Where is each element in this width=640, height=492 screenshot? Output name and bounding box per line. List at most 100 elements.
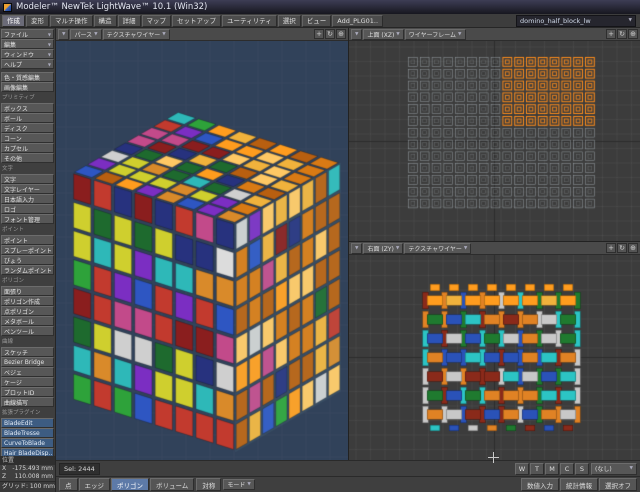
- tool-button-ベジェ[interactable]: ベジェ: [1, 367, 54, 377]
- tool-button-Bezier Bridge[interactable]: Bezier Bridge: [1, 357, 54, 367]
- tool-button-コーン[interactable]: コーン: [1, 133, 54, 143]
- perspective-canvas[interactable]: [56, 41, 348, 460]
- axis-label: Z: [2, 473, 6, 481]
- tool-button-びょう[interactable]: びょう: [1, 255, 54, 265]
- tab-変形[interactable]: 変形: [26, 15, 49, 27]
- sidebar-menu-編集[interactable]: 編集▼: [1, 39, 54, 49]
- object-selector[interactable]: domino_half_block_lw ▼: [516, 15, 636, 27]
- tool-button-BladeTresse[interactable]: BladeTresse: [1, 428, 54, 438]
- tool-button-BladeEdit[interactable]: BladeEdit: [1, 418, 54, 428]
- editor-button-色・質感編集[interactable]: 色・質感編集: [1, 72, 54, 82]
- action-mode-label: モード: [227, 480, 245, 489]
- tool-button-ディスク[interactable]: ディスク: [1, 123, 54, 133]
- tool-button-ランダムポイント[interactable]: ランダムポイント: [1, 265, 54, 275]
- view-type-dropdown[interactable]: 上面 (XZ) ▼: [363, 29, 403, 40]
- zoom-icon[interactable]: ⊕: [628, 29, 638, 39]
- vmap-button-S[interactable]: S: [575, 463, 589, 475]
- tool-button-ボックス[interactable]: ボックス: [1, 103, 54, 113]
- status-button-選択オフ[interactable]: 選択オフ: [599, 478, 637, 491]
- viewport-top: ▼ 上面 (XZ) ▼ ワイヤーフレーム ▼ +↻⊕: [349, 28, 640, 241]
- pan-icon[interactable]: +: [606, 243, 616, 253]
- status-bar-upper: Sel: 2444 WTMCS (なし) ▼: [56, 460, 640, 476]
- tool-button-CurveToBlade[interactable]: CurveToBlade: [1, 438, 54, 448]
- tab-セットアップ[interactable]: セットアップ: [172, 15, 221, 27]
- tool-button-ポリゴン作成[interactable]: ポリゴン作成: [1, 296, 54, 306]
- sidebar-menu-ファイル[interactable]: ファイル▼: [1, 29, 54, 39]
- rotate-icon[interactable]: ↻: [617, 29, 627, 39]
- tool-button-フォント管理[interactable]: フォント管理: [1, 214, 54, 224]
- render-mode-dropdown[interactable]: ワイヤーフレーム ▼: [405, 29, 466, 40]
- tab-構造[interactable]: 構造: [94, 15, 117, 27]
- tool-button-文字[interactable]: 文字: [1, 174, 54, 184]
- view-type-dropdown[interactable]: 右面 (ZY) ▼: [363, 243, 403, 254]
- chevron-down-icon: ▼: [355, 32, 358, 37]
- tool-button-スケッチ[interactable]: スケッチ: [1, 347, 54, 357]
- tool-button-曲線描写[interactable]: 曲線描写: [1, 397, 54, 407]
- vmap-button-W[interactable]: W: [515, 463, 529, 475]
- tab-選択[interactable]: 選択: [278, 15, 301, 27]
- rotate-icon[interactable]: ↻: [325, 29, 335, 39]
- tool-button-スプレーポイント[interactable]: スプレーポイント: [1, 245, 54, 255]
- top-canvas[interactable]: [349, 41, 640, 241]
- zoom-icon[interactable]: ⊕: [628, 243, 638, 253]
- vmap-selector-dropdown[interactable]: (なし) ▼: [591, 463, 637, 475]
- tool-button-メタボール[interactable]: メタボール: [1, 316, 54, 326]
- action-mode-dropdown[interactable]: モード ▼: [223, 479, 254, 490]
- vmap-button-C[interactable]: C: [560, 463, 574, 475]
- editor-button-画像編集[interactable]: 画像編集: [1, 82, 54, 92]
- mode-button-ポリゴン[interactable]: ポリゴン: [111, 478, 149, 491]
- tab-Add_PLG01..[interactable]: Add_PLG01..: [332, 15, 383, 27]
- vmap-button-M[interactable]: M: [545, 463, 559, 475]
- chevron-down-icon: ▼: [48, 32, 51, 37]
- side-canvas[interactable]: [349, 255, 640, 460]
- tab-マルチ操作[interactable]: マルチ操作: [50, 15, 93, 27]
- tool-button-ポイント[interactable]: ポイント: [1, 235, 54, 245]
- tab-作成[interactable]: 作成: [2, 15, 25, 27]
- rotate-icon[interactable]: ↻: [617, 243, 627, 253]
- sidebar-menu-ヘルプ[interactable]: ヘルプ▼: [1, 59, 54, 69]
- status-button-数値入力[interactable]: 数値入力: [521, 478, 559, 491]
- tab-詳細[interactable]: 詳細: [118, 15, 141, 27]
- chevron-down-icon: ▼: [396, 32, 399, 37]
- mode-button-ボリューム[interactable]: ボリューム: [150, 478, 194, 491]
- tool-button-日本語入力[interactable]: 日本語入力: [1, 194, 54, 204]
- viewport-menu-button[interactable]: ▼: [351, 243, 362, 254]
- pan-icon[interactable]: +: [606, 29, 616, 39]
- tool-button-Hair BladeDisp..[interactable]: Hair BladeDisp..: [1, 448, 54, 456]
- render-mode-dropdown[interactable]: テクスチャワイヤー ▼: [103, 29, 170, 40]
- mode-button-点[interactable]: 点: [59, 478, 78, 491]
- tool-button-点ポリゴン[interactable]: 点ポリゴン: [1, 306, 54, 316]
- chevron-down-icon: ▼: [48, 62, 51, 67]
- viewport-menu-button[interactable]: ▼: [58, 29, 69, 40]
- sidebar-menu-ウィンドウ[interactable]: ウィンドウ▼: [1, 49, 54, 59]
- vmap-selector-label: (なし): [595, 464, 612, 473]
- render-mode-dropdown[interactable]: テクスチャワイヤー ▼: [404, 243, 471, 254]
- chevron-down-icon: ▼: [162, 32, 165, 37]
- tool-button-面張り[interactable]: 面張り: [1, 286, 54, 296]
- viewport-nav-icons: +↻⊕: [606, 243, 638, 253]
- tab-ユーティリティ[interactable]: ユーティリティ: [222, 15, 277, 27]
- viewport-menu-button[interactable]: ▼: [351, 29, 362, 40]
- status-right-buttons: 数値入力統計情報選択オフ: [521, 478, 637, 491]
- tool-button-カプセル[interactable]: カプセル: [1, 143, 54, 153]
- tool-button-その他[interactable]: その他: [1, 153, 54, 163]
- tool-button-ペンツール[interactable]: ペンツール: [1, 326, 54, 336]
- render-mode-label: ワイヤーフレーム: [409, 30, 456, 39]
- tool-button-プロットID[interactable]: プロットID: [1, 387, 54, 397]
- section-header: 曲線: [0, 338, 55, 347]
- tool-button-文字レイヤー[interactable]: 文字レイヤー: [1, 184, 54, 194]
- tab-マップ[interactable]: マップ: [142, 15, 172, 27]
- mode-button-エッジ[interactable]: エッジ: [79, 478, 111, 491]
- pan-icon[interactable]: +: [314, 29, 324, 39]
- tab-ビュー[interactable]: ビュー: [302, 15, 332, 27]
- viewport-header: ▼ 右面 (ZY) ▼ テクスチャワイヤー ▼ +↻⊕: [349, 242, 640, 255]
- app-icon: [3, 3, 12, 12]
- view-type-dropdown[interactable]: パース ▼: [70, 29, 101, 40]
- vmap-button-T[interactable]: T: [530, 463, 544, 475]
- tool-button-ボール[interactable]: ボール: [1, 113, 54, 123]
- status-button-統計情報[interactable]: 統計情報: [560, 478, 598, 491]
- tool-button-ロゴ[interactable]: ロゴ: [1, 204, 54, 214]
- symmetry-button[interactable]: 対称: [196, 478, 221, 491]
- tool-button-ケージ[interactable]: ケージ: [1, 377, 54, 387]
- zoom-icon[interactable]: ⊕: [336, 29, 346, 39]
